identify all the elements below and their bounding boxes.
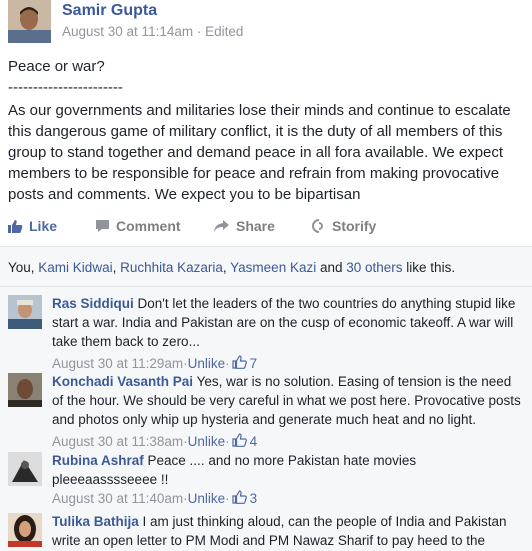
comment-button[interactable]: Comment (95, 218, 181, 234)
post-actions: Like Comment Share Storify (0, 214, 532, 242)
likes-and: and (316, 260, 347, 275)
meta-separator: · (225, 434, 230, 449)
post-body: Peace or war? ----------------------- As… (8, 56, 528, 205)
comment-avatar[interactable] (8, 452, 42, 486)
post-title: Peace or war? (8, 58, 105, 75)
author-avatar[interactable] (8, 0, 51, 43)
others-link[interactable]: 30 others (346, 260, 402, 275)
share-icon (214, 219, 230, 233)
storify-label: Storify (332, 218, 377, 234)
unlike-button[interactable]: Unlike (188, 434, 226, 449)
liker-link[interactable]: Ruchhita Kazaria (120, 260, 223, 275)
post-author-name[interactable]: Samir Gupta (62, 2, 157, 20)
meta-separator: · (225, 356, 230, 371)
post-header: Samir Gupta August 30 at 11:14am · Edite… (0, 0, 532, 50)
share-button[interactable]: Share (214, 218, 275, 234)
comment-icon (95, 219, 110, 233)
comment-timestamp[interactable]: August 30 at 11:38am (52, 434, 183, 449)
thumbs-up-icon (232, 355, 247, 372)
comment-timestamp[interactable]: August 30 at 11:29am (52, 356, 183, 371)
comment-avatar[interactable] (8, 295, 42, 329)
comment-meta: August 30 at 11:40am · Unlike · 3 (52, 490, 257, 507)
comment-avatar[interactable] (8, 373, 42, 407)
comment-avatar[interactable] (8, 513, 42, 547)
comment-timestamp[interactable]: August 30 at 11:40am (52, 491, 183, 506)
likes-summary: You, Kami Kidwai, Ruchhita Kazaria, Yasm… (0, 246, 532, 286)
comment-label: Comment (116, 218, 181, 234)
unlike-button[interactable]: Unlike (188, 491, 226, 506)
comment-meta: August 30 at 11:38am · Unlike · 4 (52, 433, 257, 450)
comment-meta: August 30 at 11:29am · Unlike · 7 (52, 355, 257, 372)
likes-separator: , (112, 260, 121, 275)
like-button[interactable]: Like (8, 218, 57, 234)
comment-like-count[interactable]: 7 (250, 356, 258, 371)
share-label: Share (236, 218, 275, 234)
likes-suffix: like this. (402, 260, 456, 275)
thumbs-up-icon (8, 219, 23, 233)
unlike-button[interactable]: Unlike (188, 356, 226, 371)
comment-author[interactable]: Tulika Bathija (52, 514, 139, 529)
edited-label[interactable]: Edited (205, 24, 243, 39)
thumbs-up-icon (232, 490, 247, 507)
meta-separator: · (225, 491, 230, 506)
storify-button[interactable]: Storify (312, 218, 376, 234)
comment-like-count[interactable]: 4 (250, 434, 258, 449)
post-divider: ----------------------- (8, 79, 123, 96)
liker-link[interactable]: Yasmeen Kazi (230, 260, 316, 275)
comments-list: Ras Siddiqui Don't let the leaders of th… (0, 286, 532, 551)
meta-separator: · (193, 24, 206, 39)
comment-like-count[interactable]: 3 (250, 491, 258, 506)
storify-icon (312, 219, 326, 233)
thumbs-up-icon (232, 433, 247, 450)
like-label: Like (29, 218, 58, 234)
likes-you: You, (8, 260, 39, 275)
likes-text: You, Kami Kidwai, Ruchhita Kazaria, Yasm… (8, 260, 455, 275)
post-timestamp[interactable]: August 30 at 11:14am (62, 24, 193, 39)
comment-author[interactable]: Konchadi Vasanth Pai (52, 374, 193, 389)
comment-author[interactable]: Rubina Ashraf (52, 453, 144, 468)
comment-author[interactable]: Ras Siddiqui (52, 296, 134, 311)
liker-link[interactable]: Kami Kidwai (38, 260, 112, 275)
post-meta: August 30 at 11:14am · Edited (62, 24, 243, 39)
post-text: As our governments and militaries lose t… (8, 102, 511, 203)
